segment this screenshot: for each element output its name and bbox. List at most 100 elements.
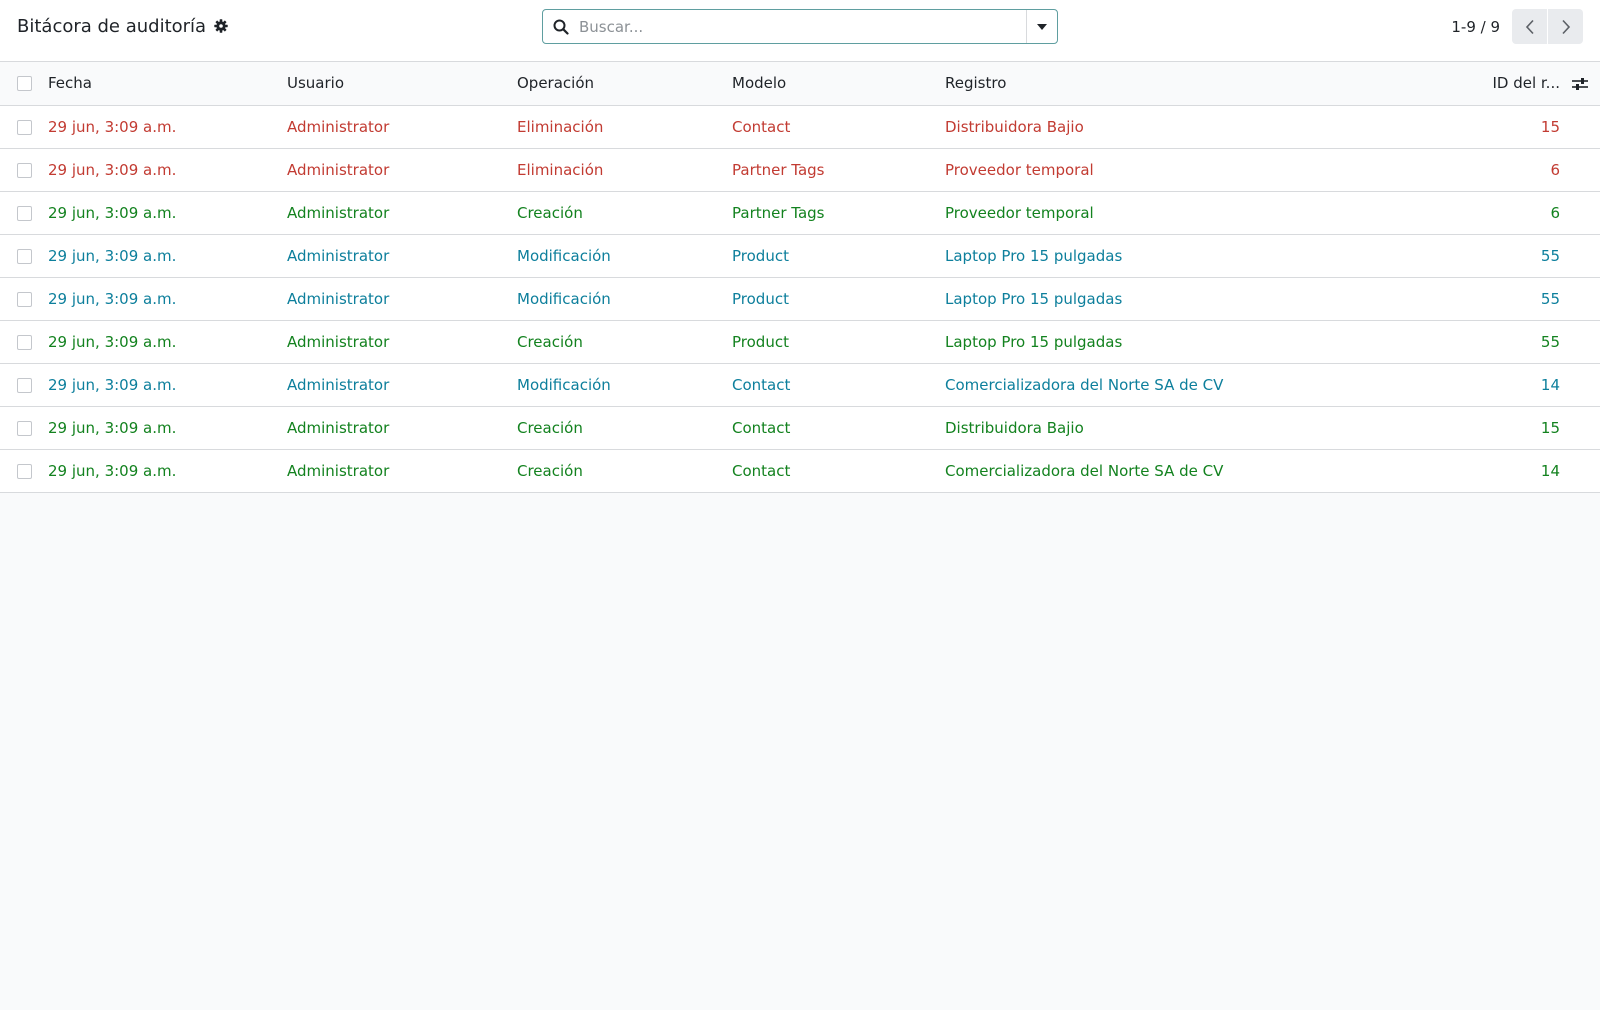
cell-user: Administrator [287, 117, 390, 136]
chevron-right-icon [1561, 19, 1570, 34]
cell-record: Laptop Pro 15 pulgadas [945, 246, 1123, 265]
cell-record: Proveedor temporal [945, 203, 1094, 222]
row-checkbox[interactable] [17, 291, 32, 307]
cell-user: Administrator [287, 203, 390, 222]
cell-model: Product [732, 289, 789, 308]
row-checkbox[interactable] [17, 377, 32, 393]
cell-record: Comercializadora del Norte SA de CV [945, 375, 1224, 394]
cell-operation: Creación [517, 332, 583, 351]
cell-user: Administrator [287, 461, 390, 480]
table-row[interactable]: 29 jun, 3:09 a.m. Administrator Modifica… [0, 234, 1600, 277]
cell-record-id: 6 [1550, 160, 1560, 179]
table-row[interactable]: 29 jun, 3:09 a.m. Administrator Modifica… [0, 363, 1600, 406]
column-header-user[interactable]: Usuario [287, 62, 517, 105]
cell-spacer [1560, 320, 1600, 363]
control-panel: Bitácora de auditoría Buscar... 1-9 / 9 [0, 0, 1600, 62]
cell-date: 29 jun, 3:09 a.m. [48, 375, 177, 394]
row-select-cell [0, 320, 48, 363]
table-row[interactable]: 29 jun, 3:09 a.m. Administrator Creación… [0, 449, 1600, 492]
row-select-cell [0, 406, 48, 449]
cell-operation: Creación [517, 203, 583, 222]
cell-spacer [1560, 191, 1600, 234]
search-bar [542, 9, 1058, 44]
sliders-icon[interactable] [1571, 76, 1589, 92]
cell-spacer [1560, 105, 1600, 148]
cell-model: Contact [732, 117, 791, 136]
row-checkbox[interactable] [17, 334, 32, 350]
cell-record: Distribuidora Bajio [945, 117, 1084, 136]
caret-down-icon [1037, 23, 1047, 30]
cell-record-id: 14 [1540, 461, 1560, 480]
pager: 1-9 / 9 [1451, 9, 1583, 44]
row-checkbox[interactable] [17, 463, 32, 479]
row-select-cell [0, 449, 48, 492]
cell-record: Comercializadora del Norte SA de CV [945, 461, 1224, 480]
cell-model: Contact [732, 418, 791, 437]
cell-date: 29 jun, 3:09 a.m. [48, 117, 177, 136]
pager-previous-button[interactable] [1512, 9, 1547, 44]
row-checkbox[interactable] [17, 162, 32, 178]
cell-model: Contact [732, 375, 791, 394]
cell-operation: Modificación [517, 289, 611, 308]
cell-record-id: 14 [1540, 375, 1560, 394]
cell-record: Proveedor temporal [945, 160, 1094, 179]
search-icon [543, 10, 579, 43]
row-checkbox[interactable] [17, 248, 32, 264]
row-checkbox[interactable] [17, 420, 32, 436]
pager-value[interactable]: 1-9 / 9 [1451, 18, 1500, 36]
cell-record: Laptop Pro 15 pulgadas [945, 289, 1123, 308]
table-row[interactable]: 29 jun, 3:09 a.m. Administrator Creación… [0, 406, 1600, 449]
cell-spacer [1560, 449, 1600, 492]
gear-icon[interactable] [214, 19, 228, 33]
cell-date: 29 jun, 3:09 a.m. [48, 332, 177, 351]
column-header-operation[interactable]: Operación [517, 62, 732, 105]
table-row[interactable]: 29 jun, 3:09 a.m. Administrator Creación… [0, 191, 1600, 234]
cell-date: 29 jun, 3:09 a.m. [48, 246, 177, 265]
column-header-model[interactable]: Modelo [732, 62, 945, 105]
cell-spacer [1560, 277, 1600, 320]
cell-record-id: 6 [1550, 203, 1560, 222]
cell-record: Laptop Pro 15 pulgadas [945, 332, 1123, 351]
cell-record-id: 55 [1540, 246, 1560, 265]
cell-record-id: 15 [1540, 418, 1560, 437]
row-checkbox[interactable] [17, 119, 32, 135]
select-all-cell [0, 62, 48, 105]
optional-columns-cell [1560, 62, 1600, 105]
cell-user: Administrator [287, 375, 390, 394]
audit-log-table: Fecha Usuario Operación Modelo Registro … [0, 62, 1600, 493]
page-title: Bitácora de auditoría [17, 15, 207, 37]
column-header-record-id[interactable]: ID del r... [1465, 62, 1560, 105]
audit-log-list: Fecha Usuario Operación Modelo Registro … [0, 62, 1600, 493]
row-select-cell [0, 105, 48, 148]
cell-operation: Eliminación [517, 117, 604, 136]
search-input[interactable] [579, 10, 1026, 43]
pager-next-button[interactable] [1548, 9, 1583, 44]
select-all-checkbox[interactable] [17, 76, 32, 92]
cell-date: 29 jun, 3:09 a.m. [48, 289, 177, 308]
cell-date: 29 jun, 3:09 a.m. [48, 461, 177, 480]
cell-spacer [1560, 234, 1600, 277]
column-header-record[interactable]: Registro [945, 62, 1465, 105]
chevron-left-icon [1525, 19, 1534, 34]
search-options-toggle[interactable] [1026, 10, 1057, 43]
cell-operation: Modificación [517, 375, 611, 394]
cell-operation: Creación [517, 461, 583, 480]
row-select-cell [0, 234, 48, 277]
cell-user: Administrator [287, 332, 390, 351]
cell-operation: Creación [517, 418, 583, 437]
row-checkbox[interactable] [17, 205, 32, 221]
cell-spacer [1560, 406, 1600, 449]
cell-user: Administrator [287, 246, 390, 265]
breadcrumb: Bitácora de auditoría [17, 14, 228, 38]
cell-date: 29 jun, 3:09 a.m. [48, 160, 177, 179]
cell-user: Administrator [287, 418, 390, 437]
table-row[interactable]: 29 jun, 3:09 a.m. Administrator Creación… [0, 320, 1600, 363]
cell-record-id: 55 [1540, 289, 1560, 308]
cell-user: Administrator [287, 160, 390, 179]
cell-model: Contact [732, 461, 791, 480]
table-row[interactable]: 29 jun, 3:09 a.m. Administrator Eliminac… [0, 148, 1600, 191]
table-row[interactable]: 29 jun, 3:09 a.m. Administrator Modifica… [0, 277, 1600, 320]
column-header-date[interactable]: Fecha [48, 62, 287, 105]
table-row[interactable]: 29 jun, 3:09 a.m. Administrator Eliminac… [0, 105, 1600, 148]
cell-model: Product [732, 246, 789, 265]
